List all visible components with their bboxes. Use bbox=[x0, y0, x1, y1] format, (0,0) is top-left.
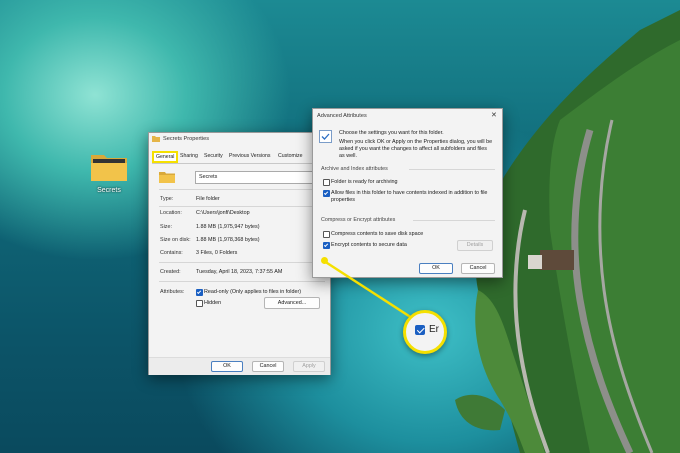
zoom-magnifier: Er bbox=[403, 310, 447, 354]
callout-dot bbox=[321, 257, 328, 264]
zoomed-encrypt-text: Er bbox=[429, 324, 439, 335]
callout-line bbox=[323, 259, 413, 320]
zoomed-encrypt-checkbox bbox=[415, 325, 425, 335]
